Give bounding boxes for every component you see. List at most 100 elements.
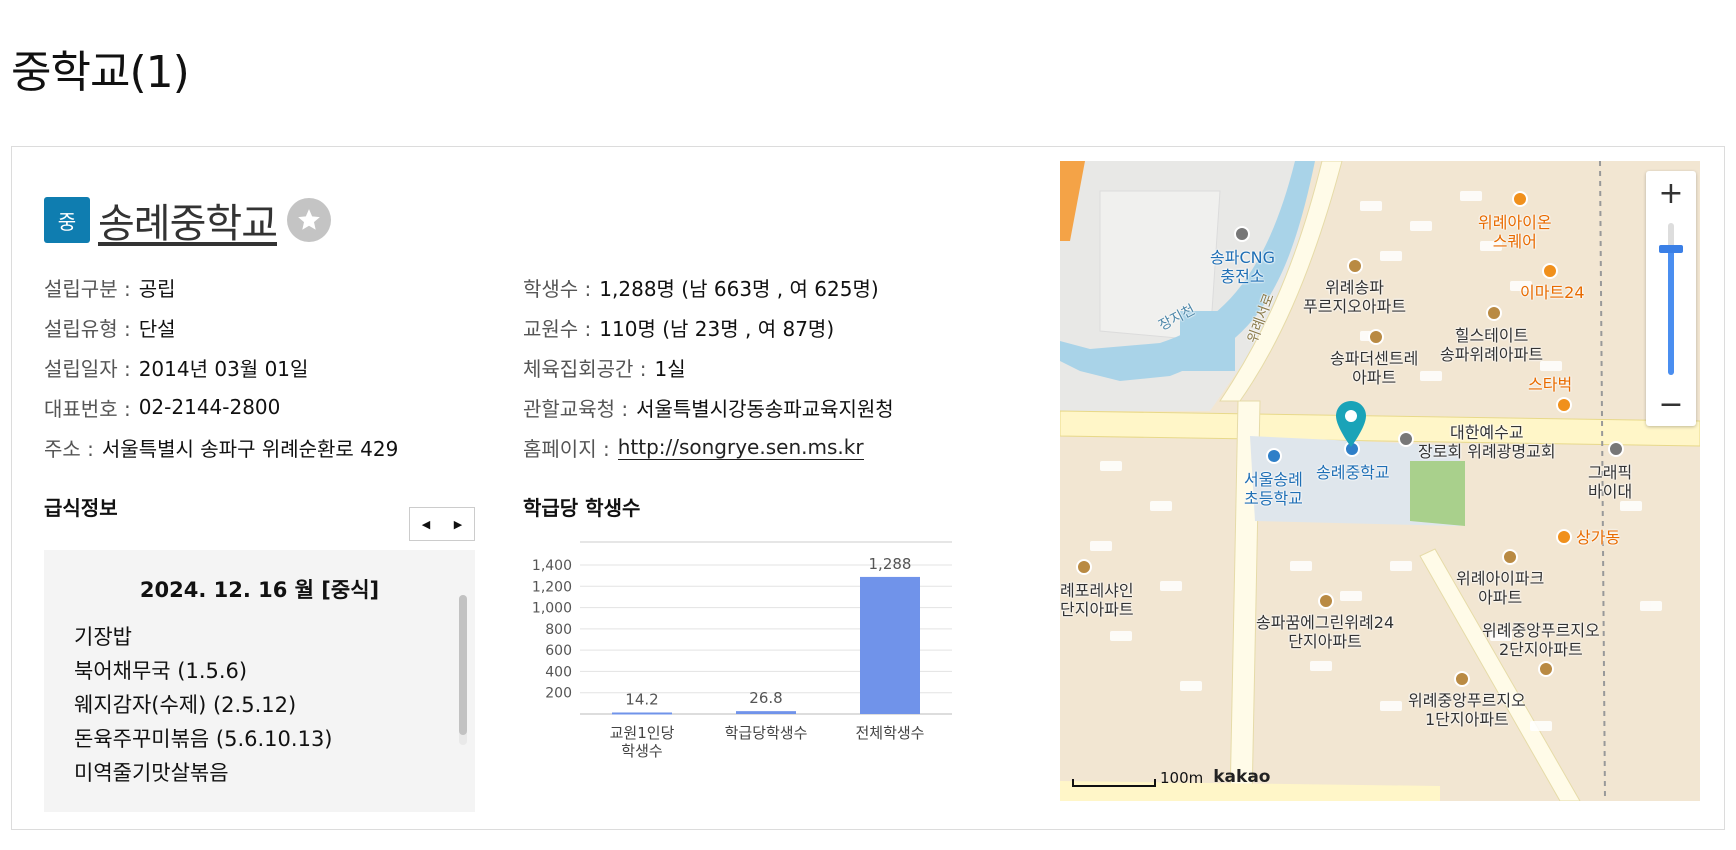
school-type-badge: 중 [44, 197, 90, 243]
zoom-slider-handle[interactable] [1659, 244, 1683, 253]
info-key: 관할교육청 : [523, 396, 629, 421]
x-category-label: 전체학생수 [855, 724, 924, 742]
map-label-hill[interactable]: 힐스테이트 송파위례아파트 [1440, 326, 1543, 364]
y-tick-label: 1,200 [532, 579, 572, 595]
scale-label: 100m [1160, 769, 1204, 787]
y-tick-label: 400 [545, 664, 572, 680]
info-row-homepage: 홈페이지 : http://songrye.sen.ms.kr [523, 427, 894, 467]
map-label-lotte[interactable]: 위례아이온 스퀘어 [1478, 213, 1552, 251]
apartment-pin-icon[interactable] [1318, 593, 1334, 609]
map-label-graphic[interactable]: 그래픽 바이대 [1588, 463, 1632, 501]
info-value: 서울특별시 송파구 위례순환로 429 [101, 436, 399, 461]
school-info-right: 학생수 : 1,288명 (남 663명 , 여 625명) 교원수 : 110명 … [523, 267, 894, 467]
map-label-center[interactable]: 송파더센트레 아파트 [1330, 349, 1418, 387]
map-brand-logo: kakao [1213, 767, 1271, 787]
map-label-emart[interactable]: 이마트24 [1520, 283, 1585, 302]
favorite-button[interactable] [287, 198, 331, 242]
students-per-class-chart: 200 400 600 800 1,000 1,200 1,400 14.2 교원1인당 학생수 2… [522, 532, 962, 792]
apartment-pin-icon[interactable] [1486, 305, 1502, 321]
apartment-pin-icon[interactable] [1454, 671, 1470, 687]
bar-chart-svg: 200 400 600 800 1,000 1,200 1,400 14.2 교원1인당학생수 2… [532, 541, 952, 760]
map-label-jungang1[interactable]: 위례중앙푸르지오 1단지아파트 [1408, 691, 1526, 729]
shopping-pin-icon[interactable] [1512, 191, 1528, 207]
info-row-education-office: 관할교육청 : 서울특별시강동송파교육지원청 [523, 387, 894, 427]
meal-menu-item: 웨지감자(수제) (2.5.12) [74, 693, 297, 717]
chart-bar [860, 576, 920, 714]
meal-menu-item: 기장밥 [74, 625, 132, 649]
map-label-shop[interactable]: 상가동 [1576, 528, 1620, 547]
zoom-out-button[interactable]: − [1646, 384, 1696, 424]
info-row-founding-type: 설립구분 : 공립 [44, 267, 398, 307]
map-label-prelle[interactable]: 례포레샤인 단지아파트 [1060, 581, 1134, 619]
triangle-left-icon[interactable]: ◀ [422, 518, 430, 531]
cafe-pin-icon[interactable] [1556, 397, 1572, 413]
map-label-elem[interactable]: 서울송례 초등학교 [1244, 470, 1303, 508]
info-key: 대표번호 : [44, 396, 131, 421]
building-pin-icon[interactable] [1608, 441, 1624, 457]
homepage-link[interactable]: http://songrye.sen.ms.kr [617, 435, 864, 460]
info-row-gym: 체육집회공간 : 1실 [523, 347, 894, 387]
scale-line [1072, 779, 1156, 787]
zoom-in-button[interactable]: + [1646, 173, 1696, 213]
info-value: 110명 (남 23명 , 여 87명) [599, 316, 835, 341]
bar-value-label: 26.8 [749, 689, 782, 707]
apartment-pin-icon[interactable] [1502, 549, 1518, 565]
map-label-ipark[interactable]: 위례아이파크 아파트 [1456, 569, 1544, 607]
y-tick-label: 1,400 [532, 558, 572, 574]
info-key: 체육집회공간 : [523, 356, 647, 381]
info-value: 1,288명 (남 663명 , 여 625명) [599, 276, 879, 301]
x-category-label: 학생수 [621, 742, 662, 760]
location-marker-icon[interactable] [1336, 401, 1366, 447]
store-pin-icon[interactable] [1542, 263, 1558, 279]
apartment-pin-icon[interactable] [1347, 258, 1363, 274]
info-key: 설립일자 : [44, 356, 131, 381]
bar-value-label: 1,288 [869, 555, 912, 573]
meal-date-nav: ◀ ▶ [409, 507, 475, 541]
info-value: 2014년 03월 01일 [138, 356, 309, 381]
school-card: 중 송례중학교 설립구분 : 공립 설립유형 : 단설 설립일자 : 2014년 03… [11, 146, 1725, 830]
school-pin-icon[interactable] [1266, 448, 1282, 464]
meal-panel: 2024. 12. 16 월 [중식] 기장밥 북어채무국 (1.5.6) 웨지… [44, 550, 475, 812]
meal-scrollbar[interactable] [459, 595, 467, 745]
map-scale: 100m kakao [1072, 767, 1270, 787]
info-key: 홈페이지 : [523, 436, 610, 461]
map-label-starbucks[interactable]: 스타벅 [1528, 375, 1572, 394]
x-category-label: 학급당학생수 [725, 724, 808, 742]
map-label-kkum[interactable]: 송파꿈에그린위례24 단지아파트 [1256, 613, 1394, 651]
location-map[interactable]: 장지천 위례서로 위례아이온 스퀘어 이마트24 스타벅 송파CNG 충전소 위례송… [1060, 161, 1700, 801]
info-key: 설립구분 : [44, 276, 131, 301]
info-key: 교원수 : [523, 316, 592, 341]
info-row-teachers: 교원수 : 110명 (남 23명 , 여 87명) [523, 307, 894, 347]
zoom-slider-fill [1668, 248, 1674, 375]
triangle-right-icon[interactable]: ▶ [454, 518, 462, 531]
info-value: 공립 [138, 276, 176, 301]
shopping-pin-icon[interactable] [1556, 529, 1572, 545]
y-tick-label: 600 [545, 643, 572, 659]
meal-scroll-thumb[interactable] [459, 595, 467, 735]
church-pin-icon[interactable] [1398, 431, 1414, 447]
apartment-pin-icon[interactable] [1538, 661, 1554, 677]
info-row-establishment-type: 설립유형 : 단설 [44, 307, 398, 347]
map-label-school[interactable]: 송례중학교 [1316, 463, 1390, 482]
chart-title: 학급당 학생수 [523, 496, 641, 520]
apartment-pin-icon[interactable] [1076, 559, 1092, 575]
x-category-label: 교원1인당 [610, 724, 675, 742]
meal-menu-item: 미역줄기맛살볶음 [74, 761, 229, 785]
map-label-apt1[interactable]: 위례송파 푸르지오아파트 [1303, 278, 1406, 316]
meal-date: 2024. 12. 16 월 [중식] [139, 578, 380, 602]
info-key: 주소 : [44, 436, 94, 461]
map-label-church[interactable]: 대한예수교 장로회 위례광명교회 [1418, 423, 1556, 461]
bar-value-label: 14.2 [625, 690, 658, 708]
info-value: 단설 [138, 316, 176, 341]
map-zoom-control: + − [1646, 171, 1696, 426]
meal-menu-item: 북어채무국 (1.5.6) [74, 659, 248, 683]
info-row-phone: 대표번호 : 02-2144-2800 [44, 387, 398, 427]
map-label-jungang2[interactable]: 위례중앙푸르지오 2단지아파트 [1482, 621, 1600, 659]
info-row-founding-date: 설립일자 : 2014년 03월 01일 [44, 347, 398, 387]
info-row-students: 학생수 : 1,288명 (남 663명 , 여 625명) [523, 267, 894, 307]
zoom-slider[interactable] [1659, 223, 1683, 375]
apartment-pin-icon[interactable] [1368, 329, 1384, 345]
map-label-cng[interactable]: 송파CNG 충전소 [1210, 248, 1275, 286]
school-name-link[interactable]: 송례중학교 [98, 191, 278, 249]
gas-station-pin-icon[interactable] [1234, 226, 1250, 242]
